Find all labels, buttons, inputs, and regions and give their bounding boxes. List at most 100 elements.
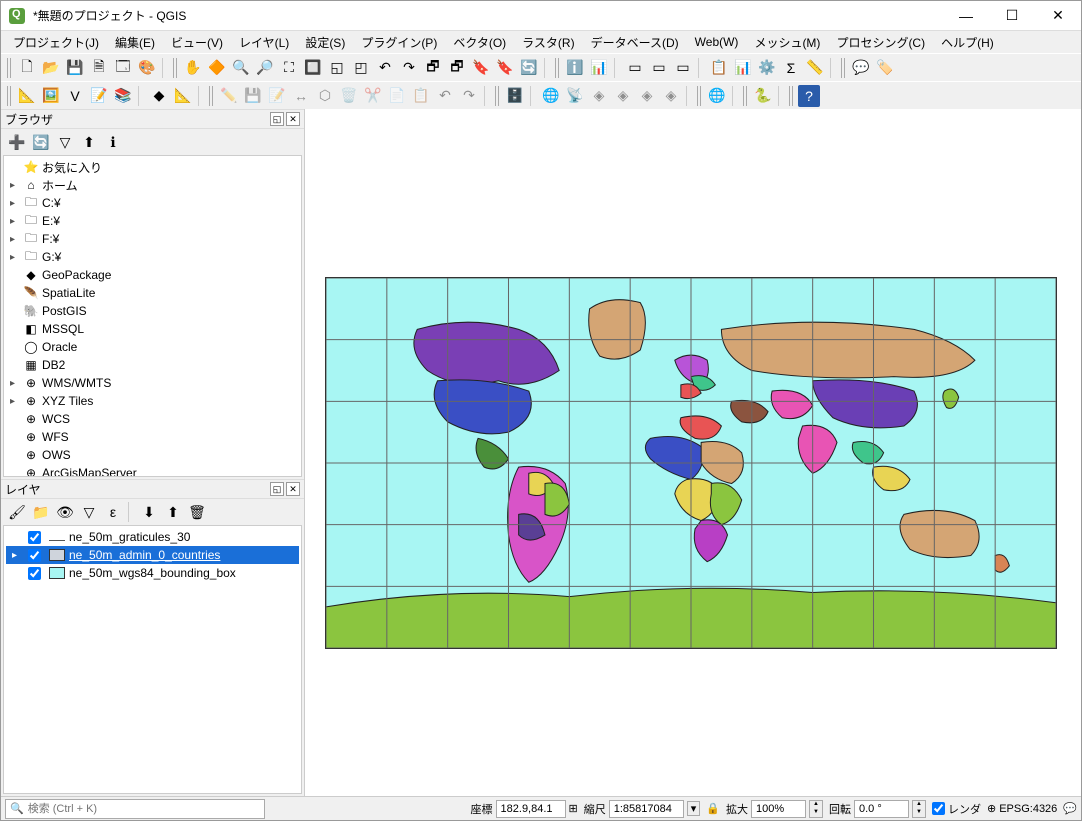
- delete-selected-icon[interactable]: 🗑️: [338, 85, 360, 107]
- layers-style-icon[interactable]: 🖌: [6, 501, 28, 523]
- menu-raster[interactable]: ラスタ(R): [514, 32, 582, 53]
- menu-edit[interactable]: 編集(E): [107, 32, 163, 53]
- layers-close-button[interactable]: ✕: [286, 482, 300, 496]
- processing-icon[interactable]: ⚙️: [756, 57, 778, 79]
- pan-icon[interactable]: ✋: [182, 57, 204, 79]
- browser-close-button[interactable]: ✕: [286, 112, 300, 126]
- layers-add-group-icon[interactable]: 📁: [30, 501, 52, 523]
- browser-item[interactable]: ▸⌂ホーム: [6, 176, 299, 194]
- browser-item[interactable]: ⊕WCS: [6, 410, 299, 428]
- browser-item[interactable]: ▦DB2: [6, 356, 299, 374]
- open-project-icon[interactable]: 📂: [40, 57, 62, 79]
- menu-processing[interactable]: プロセシング(C): [828, 32, 933, 53]
- extents-icon[interactable]: ⊞: [569, 802, 578, 815]
- pan-selection-icon[interactable]: 🔶: [206, 57, 228, 79]
- bookmark-icon[interactable]: 🔖: [470, 57, 492, 79]
- browser-add-icon[interactable]: ➕: [6, 131, 28, 153]
- zoom-out-icon[interactable]: 🔎: [254, 57, 276, 79]
- browser-item[interactable]: 🐘PostGIS: [6, 302, 299, 320]
- field-calc2-icon[interactable]: 📊: [732, 57, 754, 79]
- refresh-icon[interactable]: 🔄: [518, 57, 540, 79]
- db-manager-icon[interactable]: 🗄️: [504, 85, 526, 107]
- locator-search[interactable]: 🔍: [5, 799, 265, 819]
- new-mapview-icon[interactable]: 🗗: [422, 57, 444, 79]
- help-icon[interactable]: ?: [798, 85, 820, 107]
- layer-visibility-checkbox[interactable]: [28, 531, 41, 544]
- menu-plugins[interactable]: プラグイン(P): [353, 32, 445, 53]
- browser-refresh-icon[interactable]: 🔄: [30, 131, 52, 153]
- rot-input[interactable]: [854, 800, 909, 818]
- node-tool-icon[interactable]: ⬡: [314, 85, 336, 107]
- browser-item[interactable]: ⊕OWS: [6, 446, 299, 464]
- crs-button[interactable]: ⊕ EPSG:4326: [987, 802, 1057, 815]
- menu-vector[interactable]: ベクタ(O): [445, 32, 514, 53]
- topo2-icon[interactable]: ◈: [612, 85, 634, 107]
- metasearch-icon[interactable]: 🌐: [706, 85, 728, 107]
- new-gpkg-icon[interactable]: ◆: [148, 85, 170, 107]
- toolbar-grip[interactable]: [495, 86, 501, 106]
- redo-icon[interactable]: ↷: [458, 85, 480, 107]
- add-virtual-icon[interactable]: 📚: [112, 85, 134, 107]
- field-calc-icon[interactable]: 📊: [588, 57, 610, 79]
- layers-float-button[interactable]: ◱: [270, 482, 284, 496]
- browser-item[interactable]: ▸🗀C:¥: [6, 194, 299, 212]
- menu-mesh[interactable]: メッシュ(M): [746, 32, 828, 53]
- browser-item[interactable]: ◯Oracle: [6, 338, 299, 356]
- browser-properties-icon[interactable]: ℹ: [102, 131, 124, 153]
- new-3dview-icon[interactable]: 🗗: [446, 57, 468, 79]
- browser-collapse-icon[interactable]: ⬆: [78, 131, 100, 153]
- map-canvas[interactable]: [305, 109, 1081, 796]
- style-manager-icon[interactable]: 🎨: [136, 57, 158, 79]
- add-vector-icon[interactable]: 📐: [16, 85, 38, 107]
- scale-lock-icon[interactable]: 🔒: [706, 802, 720, 815]
- layers-expand-icon[interactable]: ⬇: [138, 501, 160, 523]
- layers-expression-icon[interactable]: ε: [102, 501, 124, 523]
- mag-input[interactable]: [751, 800, 806, 818]
- move-feature-icon[interactable]: ↔: [290, 85, 312, 107]
- zoom-full-icon[interactable]: 🔲: [302, 57, 324, 79]
- menu-layer[interactable]: レイヤ(L): [231, 32, 297, 53]
- add-raster-icon[interactable]: 🖼️: [40, 85, 62, 107]
- add-mesh-icon[interactable]: V: [64, 85, 86, 107]
- layers-filter-icon[interactable]: ▽: [78, 501, 100, 523]
- bookmarks-icon[interactable]: 🔖: [494, 57, 516, 79]
- toolbar-grip[interactable]: [697, 86, 703, 106]
- minimize-button[interactable]: ―: [943, 1, 989, 31]
- browser-filter-icon[interactable]: ▽: [54, 131, 76, 153]
- copy-icon[interactable]: 📄: [386, 85, 408, 107]
- browser-tree[interactable]: ⭐お気に入り▸⌂ホーム▸🗀C:¥▸🗀E:¥▸🗀F:¥▸🗀G:¥◆GeoPacka…: [3, 155, 302, 477]
- map-frame[interactable]: [325, 277, 1057, 649]
- zoom-in-icon[interactable]: 🔍: [230, 57, 252, 79]
- browser-item[interactable]: ⊕ArcGisMapServer: [6, 464, 299, 477]
- topo4-icon[interactable]: ◈: [660, 85, 682, 107]
- menu-project[interactable]: プロジェクト(J): [5, 32, 107, 53]
- mag-spinner[interactable]: ▲▼: [809, 800, 823, 818]
- browser-item[interactable]: ◆GeoPackage: [6, 266, 299, 284]
- zoom-last-icon[interactable]: ↶: [374, 57, 396, 79]
- menu-help[interactable]: ヘルプ(H): [933, 32, 1002, 53]
- messages-icon[interactable]: 💬: [1063, 802, 1077, 815]
- toolbar-grip[interactable]: [841, 58, 847, 78]
- measure-icon[interactable]: 📏: [804, 57, 826, 79]
- new-project-icon[interactable]: 🗋: [16, 57, 38, 79]
- toolbar-grip[interactable]: [7, 58, 13, 78]
- browser-item[interactable]: ⭐お気に入り: [6, 158, 299, 176]
- attribute-table-icon[interactable]: 📋: [708, 57, 730, 79]
- browser-item[interactable]: ▸🗀G:¥: [6, 248, 299, 266]
- select-icon[interactable]: ▭: [624, 57, 646, 79]
- rot-spinner[interactable]: ▲▼: [912, 800, 926, 818]
- select-value-icon[interactable]: ▭: [648, 57, 670, 79]
- layers-visibility-icon[interactable]: 👁: [54, 501, 76, 523]
- deselect-icon[interactable]: ▭: [672, 57, 694, 79]
- add-csv-icon[interactable]: 📝: [88, 85, 110, 107]
- maptips-icon[interactable]: 💬: [850, 57, 872, 79]
- layer-visibility-checkbox[interactable]: [28, 567, 41, 580]
- toolbar-grip[interactable]: [209, 86, 215, 106]
- layer-item[interactable]: ne_50m_wgs84_bounding_box: [6, 564, 299, 582]
- toolbar-grip[interactable]: [743, 86, 749, 106]
- saveas-project-icon[interactable]: 🗎: [88, 57, 110, 79]
- save-project-icon[interactable]: 💾: [64, 57, 86, 79]
- toolbar-grip[interactable]: [7, 86, 13, 106]
- zoom-native-icon[interactable]: ⛶: [278, 57, 300, 79]
- georef-icon[interactable]: 🌐: [540, 85, 562, 107]
